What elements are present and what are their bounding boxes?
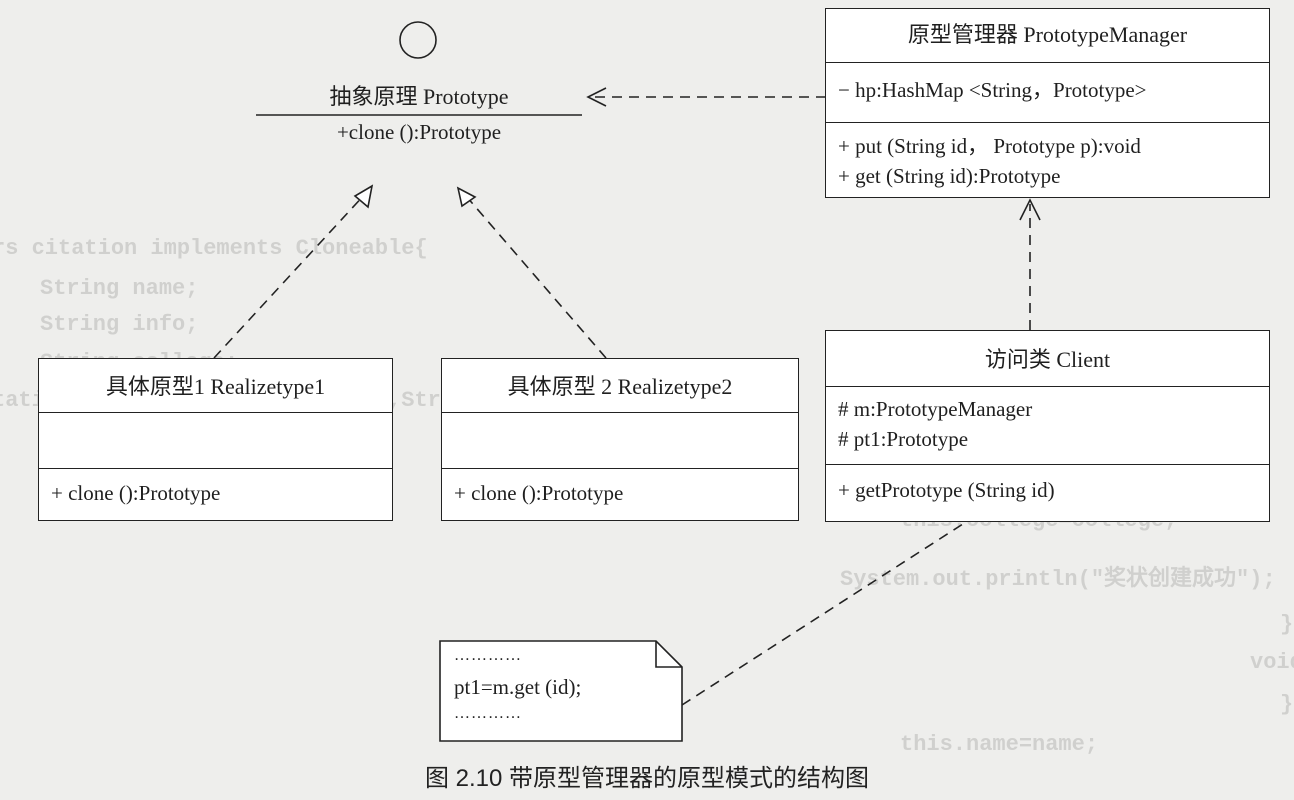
method-row: + getPrototype (String id)	[838, 478, 1055, 502]
class-realizetype2: 具体原型 2 Realizetype2 + clone ():Prototype	[441, 358, 799, 521]
hollow-arrowhead	[353, 184, 374, 209]
class-title: 原型管理器 PrototypeManager	[826, 9, 1269, 63]
attributes-section: # m:PrototypeManager # pt1:Prototype	[826, 387, 1269, 465]
class-title: 具体原型 2 Realizetype2	[442, 359, 798, 413]
attributes-section	[442, 413, 798, 469]
method-row: + put (String id， Prototype p):void	[838, 134, 1141, 158]
class-realizetype1: 具体原型1 Realizetype1 + clone ():Prototype	[38, 358, 393, 521]
prototype-method: +clone ():Prototype	[336, 120, 502, 144]
class-client: 访问类 Client # m:PrototypeManager # pt1:Pr…	[825, 330, 1270, 522]
attribute-row: # pt1:Prototype	[838, 427, 969, 451]
methods-section: + getPrototype (String id)	[826, 465, 1269, 505]
note-line: …………	[454, 647, 522, 664]
class-prototype-manager: 原型管理器 PrototypeManager − hp:HashMap <Str…	[825, 8, 1270, 198]
figure-caption: 图 2.10 带原型管理器的原型模式的结构图	[424, 765, 870, 792]
realization-1	[213, 192, 367, 359]
realization-2	[465, 195, 607, 359]
attribute-row: # m:PrototypeManager	[838, 397, 1033, 421]
method-row: + clone ():Prototype	[51, 481, 221, 505]
attribute-row: − hp:HashMap <String，Prototype>	[838, 78, 1147, 102]
attributes-section: − hp:HashMap <String，Prototype>	[826, 63, 1269, 123]
method-row: + clone ():Prototype	[454, 481, 624, 505]
method-row: + get (String id):Prototype	[838, 164, 1061, 188]
code-note: ………… pt1=m.get (id); …………	[440, 641, 682, 741]
interface-circle	[399, 21, 437, 59]
methods-section: + put (String id， Prototype p):void + ge…	[826, 123, 1269, 191]
prototype-title: 抽象原理 Prototype	[329, 84, 509, 109]
note-line: pt1=m.get (id);	[454, 675, 582, 699]
methods-section: + clone ():Prototype	[442, 469, 798, 508]
class-title: 具体原型1 Realizetype1	[39, 359, 392, 413]
attributes-section	[39, 413, 392, 469]
note-line: …………	[454, 705, 522, 722]
class-title: 访问类 Client	[826, 331, 1269, 387]
methods-section: + clone ():Prototype	[39, 469, 392, 508]
note-anchor	[681, 521, 967, 706]
